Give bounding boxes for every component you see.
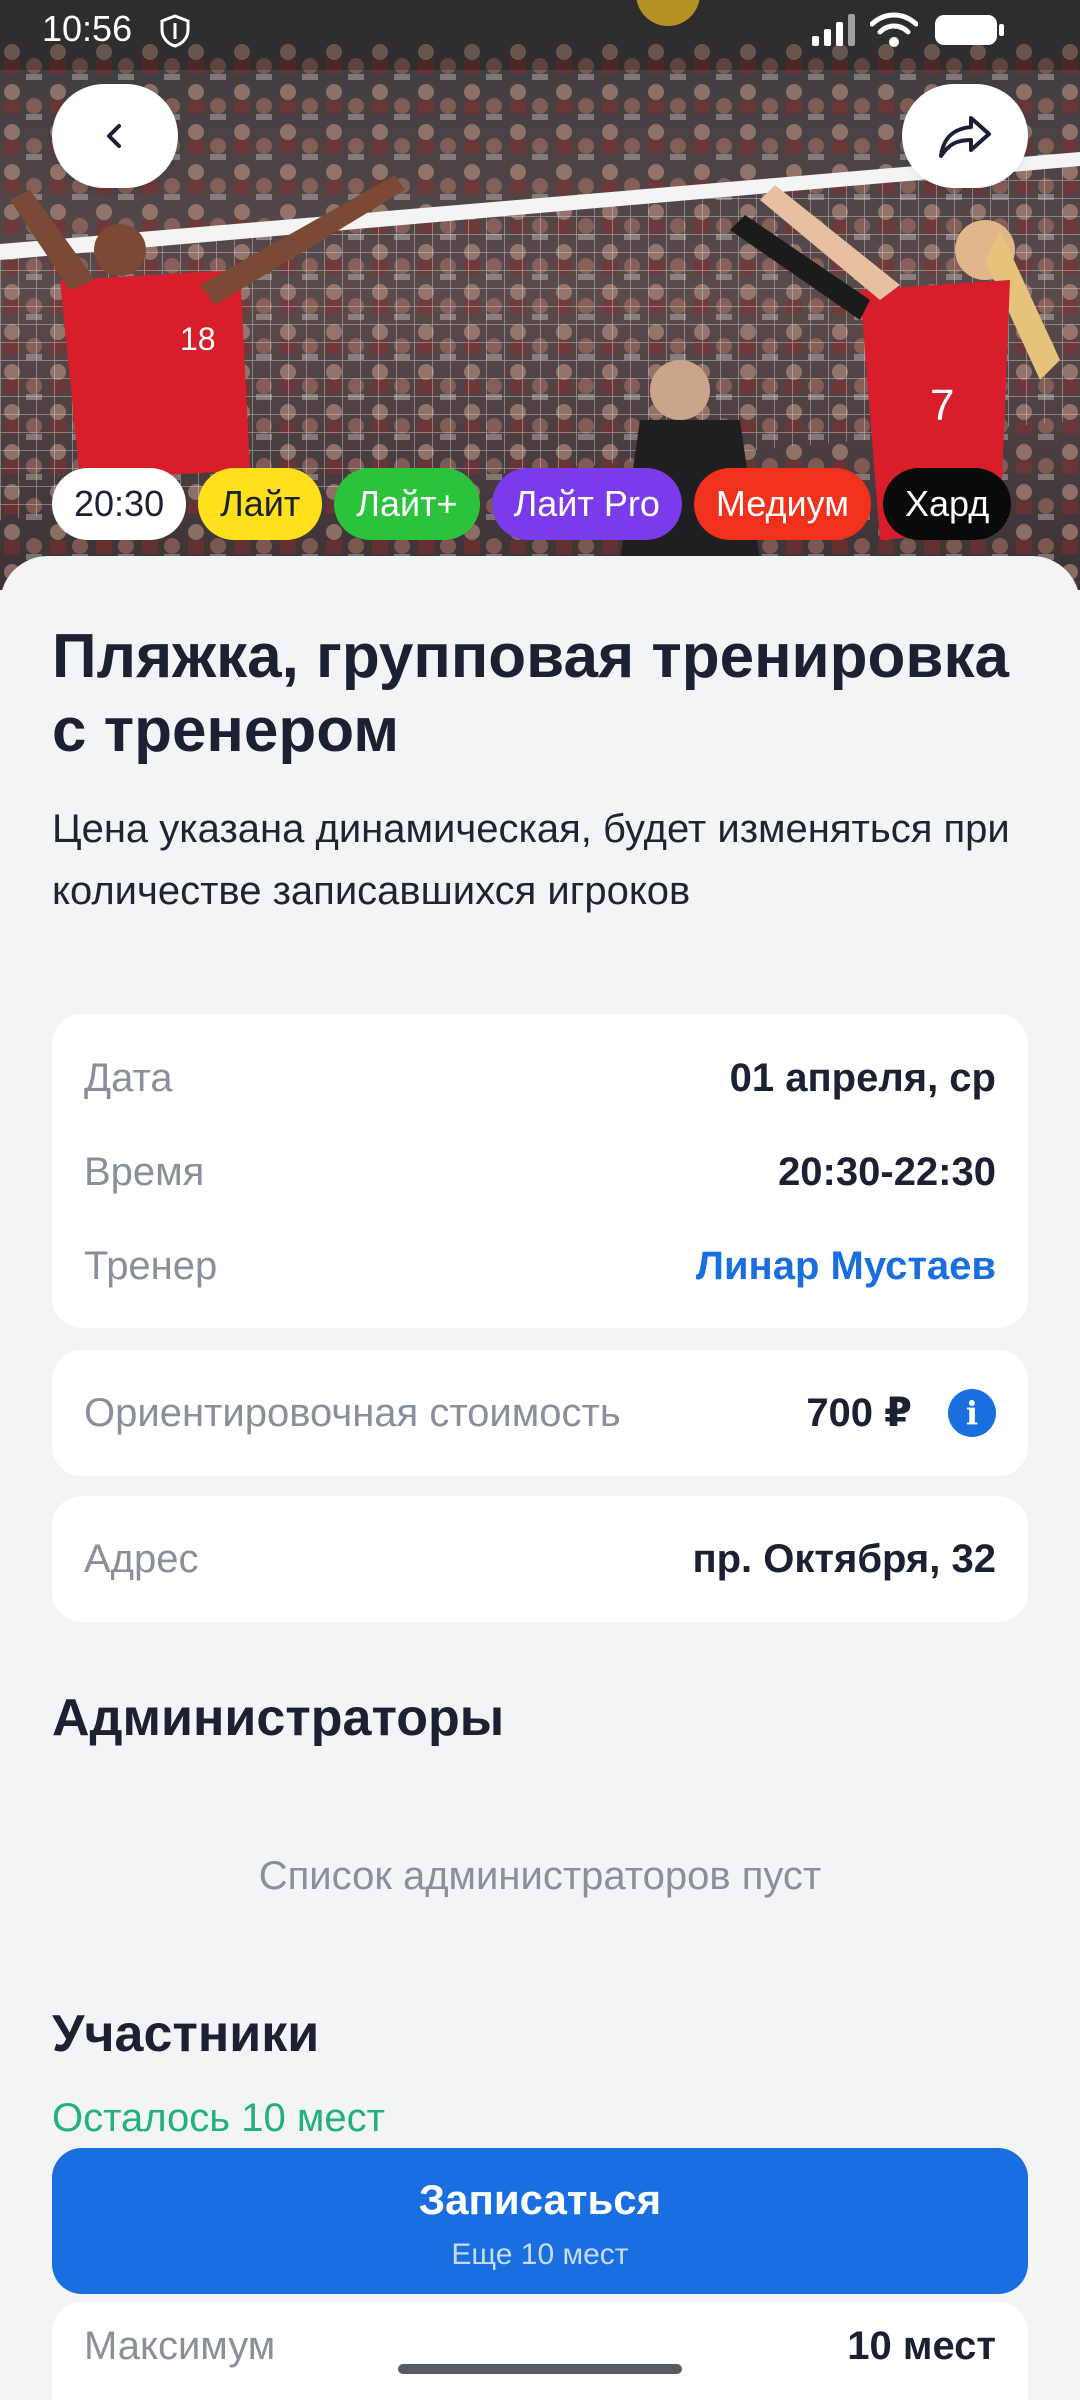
address-row: Адрес пр. Октября, 32	[84, 1529, 996, 1589]
signal-icon	[812, 14, 855, 46]
price-card: Ориентировочная стоимость 700 ₽ i	[52, 1350, 1028, 1476]
signup-button-sublabel: Еще 10 мест	[451, 2238, 629, 2271]
address-value[interactable]: пр. Октября, 32	[692, 1537, 996, 1582]
shield-icon	[160, 14, 190, 48]
tag-hard: Хард	[883, 468, 1012, 540]
wifi-icon	[870, 12, 918, 47]
admins-empty-text: Список администраторов пуст	[258, 1854, 822, 1898]
svg-text:18: 18	[180, 321, 216, 357]
max-value: 10 мест	[847, 2323, 996, 2368]
chevron-left-icon	[107, 124, 121, 148]
share-button[interactable]	[902, 84, 1028, 188]
date-label: Дата	[84, 1055, 173, 1100]
battery-icon	[935, 15, 1004, 45]
tag-medium: Медиум	[693, 468, 871, 540]
coach-link[interactable]: Линар Мустаев	[696, 1244, 996, 1289]
event-subtitle: Цена указана динамическая, будет изменят…	[52, 807, 1010, 913]
status-time: 10:56	[42, 8, 133, 49]
admins-title: Администраторы	[52, 1689, 505, 1747]
coach-label: Тренер	[84, 1243, 218, 1288]
tag-lite-plus: Лайт+	[334, 468, 480, 540]
event-title: Пляжка, групповая тренировка с тренером	[52, 622, 1010, 765]
price-value: 700 ₽	[806, 1391, 912, 1435]
signup-button[interactable]: Записаться Еще 10 мест	[52, 2148, 1028, 2294]
max-row: Максимум 10 мест	[52, 2302, 1028, 2400]
time-row: Время 20:30-22:30	[84, 1142, 996, 1202]
participants-title: Участники	[52, 2005, 320, 2063]
info-icon[interactable]: i	[948, 1389, 996, 1437]
max-label: Максимум	[84, 2323, 276, 2368]
address-card: Адрес пр. Октября, 32	[52, 1496, 1028, 1622]
seats-left: Осталось 10 мест	[52, 2096, 385, 2140]
level-tags: 20:30 Лайт Лайт+ Лайт Pro Медиум Хард	[52, 468, 1012, 540]
coach-row: Тренер Линар Мустаев	[84, 1236, 996, 1296]
status-bar: 10:56	[0, 0, 1080, 60]
time-label: Время	[84, 1149, 205, 1194]
tag-time: 20:30	[52, 468, 187, 540]
address-label: Адрес	[84, 1536, 199, 1581]
time-value: 20:30-22:30	[778, 1149, 996, 1194]
details-card: Дата 01 апреля, ср Время 20:30-22:30 Тре…	[52, 1014, 1028, 1328]
signup-button-label: Записаться	[418, 2176, 662, 2223]
home-indicator[interactable]	[398, 2364, 682, 2374]
tag-lite-pro: Лайт Pro	[491, 468, 682, 540]
svg-text:7: 7	[930, 381, 954, 430]
price-label: Ориентировочная стоимость	[84, 1390, 621, 1435]
back-button[interactable]	[52, 84, 178, 188]
tag-lite: Лайт	[198, 468, 323, 540]
date-value: 01 апреля, ср	[729, 1055, 996, 1100]
date-row: Дата 01 апреля, ср	[84, 1048, 996, 1108]
share-icon	[939, 116, 991, 158]
price-row: Ориентировочная стоимость 700 ₽ i	[84, 1383, 996, 1443]
